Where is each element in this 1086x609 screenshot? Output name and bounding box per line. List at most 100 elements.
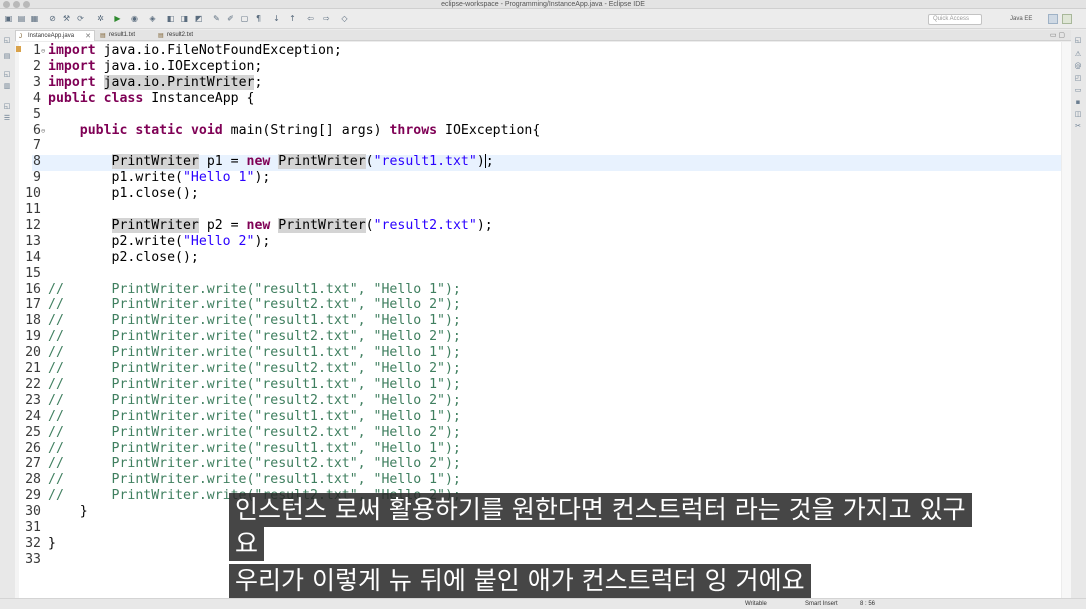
- code-line[interactable]: 28 // PrintWriter.write("result1.txt", "H…: [15, 472, 461, 488]
- code-line[interactable]: 10 p1.close();: [15, 186, 199, 202]
- code-line[interactable]: 32}: [15, 536, 56, 552]
- previous-annotation-icon[interactable]: ↑: [288, 14, 297, 23]
- java-perspective-icon[interactable]: [1062, 14, 1072, 24]
- code-line[interactable]: 13 p2.write("Hello 2");: [15, 234, 270, 250]
- code-line[interactable]: 19 // PrintWriter.write("result2.txt", "H…: [15, 329, 461, 345]
- code-line[interactable]: 20 // PrintWriter.write("result1.txt", "H…: [15, 345, 461, 361]
- code-line[interactable]: 8 PrintWriter p1 = new PrintWriter("resu…: [15, 154, 494, 170]
- code-line[interactable]: 9 p1.write("Hello 1");: [15, 170, 270, 186]
- outline-icon[interactable]: ☰: [3, 114, 11, 122]
- code-line[interactable]: 17 // PrintWriter.write("result2.txt", "H…: [15, 297, 461, 313]
- console-icon[interactable]: ▭: [1074, 86, 1082, 94]
- code-line[interactable]: 14 p2.close();: [15, 250, 199, 266]
- tab-instanceapp-java[interactable]: J InstanceApp.java ✕: [15, 30, 95, 41]
- quick-access-input[interactable]: Quick Access: [928, 14, 982, 25]
- tab-result1-txt[interactable]: ▤ result1.txt: [97, 30, 155, 41]
- code-line[interactable]: 1⊖ import java.io.FileNotFoundException;: [15, 43, 342, 59]
- code-line[interactable]: 15: [15, 266, 48, 282]
- open-task-icon[interactable]: ✎: [212, 14, 221, 23]
- code-line[interactable]: 22 // PrintWriter.write("result1.txt", "H…: [15, 377, 461, 393]
- line-number: 12: [25, 217, 41, 233]
- back-icon[interactable]: ⇦: [306, 14, 315, 23]
- package-explorer-icon[interactable]: ▤: [3, 52, 11, 60]
- status-cursor-position: 8 : 56: [860, 601, 876, 607]
- code-line[interactable]: 16 // PrintWriter.write("result1.txt", "H…: [15, 282, 461, 298]
- toggle-mark-occurrences-icon[interactable]: ✐: [226, 14, 235, 23]
- code-line[interactable]: 31: [15, 520, 48, 536]
- code-line[interactable]: 4 public class InstanceApp {: [15, 91, 254, 107]
- project-explorer-icon[interactable]: ▥: [3, 82, 11, 90]
- subtitle-line-1: 인스턴스 로써 활용하기를 원한다면 컨스트럭터 라는 것을 가지고 있구: [229, 493, 972, 527]
- tab-result2-txt[interactable]: ▤ result2.txt: [155, 30, 213, 41]
- code-line[interactable]: 5: [15, 107, 48, 123]
- run-icon[interactable]: ▶: [113, 14, 122, 23]
- code-line[interactable]: 11: [15, 202, 48, 218]
- save-icon[interactable]: ▤: [17, 14, 26, 23]
- code-line[interactable]: 30 }: [15, 504, 88, 520]
- restore-icon-2[interactable]: ◱: [3, 70, 11, 78]
- toggle-block-selection-icon[interactable]: ▢: [240, 14, 249, 23]
- show-whitespace-icon[interactable]: ¶: [254, 14, 263, 23]
- new-icon[interactable]: ▣: [4, 14, 13, 23]
- close-tab-icon[interactable]: ✕: [85, 31, 91, 42]
- new-class-icon[interactable]: ◨: [180, 14, 189, 23]
- comment-token: // PrintWriter.write("result1.txt", "Hel…: [48, 440, 461, 456]
- minimize-maximize-controls[interactable]: ▭ ▢: [1050, 30, 1065, 41]
- code-line[interactable]: 24 // PrintWriter.write("result1.txt", "H…: [15, 409, 461, 425]
- new-package-icon[interactable]: ◧: [166, 14, 175, 23]
- code-line[interactable]: 25 // PrintWriter.write("result2.txt", "H…: [15, 425, 461, 441]
- snippets-icon[interactable]: ✂: [1074, 122, 1082, 130]
- restore-icon-3[interactable]: ◱: [3, 102, 11, 110]
- restore-icon-right[interactable]: ◱: [1074, 36, 1082, 44]
- code-text: // PrintWriter.write("result2.txt", "Hel…: [48, 425, 461, 440]
- string-token: "Hello 1": [182, 170, 255, 186]
- overview-ruler[interactable]: [1061, 42, 1071, 598]
- next-annotation-icon[interactable]: ↓: [272, 14, 281, 23]
- save-all-icon[interactable]: ▦: [30, 14, 39, 23]
- line-number: 32: [25, 535, 41, 551]
- code-line[interactable]: 27 // PrintWriter.write("result2.txt", "H…: [15, 456, 461, 472]
- build-icon[interactable]: ⚒: [62, 14, 71, 23]
- code-line[interactable]: 7: [15, 138, 48, 154]
- code-line[interactable]: 26 // PrintWriter.write("result1.txt", "H…: [15, 441, 461, 457]
- code-line[interactable]: 12 PrintWriter p2 = new PrintWriter("res…: [15, 217, 493, 234]
- skip-breakpoints-icon[interactable]: ⊘: [48, 14, 57, 23]
- tab-label: InstanceApp.java: [28, 33, 75, 39]
- comment-token: // PrintWriter.write("result1.txt", "Hel…: [48, 376, 461, 392]
- code-line[interactable]: 6⊖ public static void main(String[] args…: [15, 123, 540, 139]
- code-line[interactable]: 18 // PrintWriter.write("result1.txt", "H…: [15, 313, 461, 329]
- code-token: p1.close();: [48, 186, 199, 202]
- forward-icon[interactable]: ⇨: [322, 14, 331, 23]
- coverage-icon[interactable]: ◉: [130, 14, 139, 23]
- servers-icon[interactable]: ▪: [1074, 98, 1082, 106]
- code-text: p2.close();: [48, 250, 199, 265]
- code-text: import java.io.FileNotFoundException;: [48, 43, 342, 58]
- comment-token: // PrintWriter.write("result2.txt", "Hel…: [48, 329, 461, 345]
- code-line[interactable]: 21 // PrintWriter.write("result2.txt", "H…: [15, 361, 461, 377]
- code-line[interactable]: 3 import java.io.PrintWriter;: [15, 74, 262, 91]
- code-line[interactable]: 2 import java.io.IOException;: [15, 59, 262, 75]
- open-type-icon[interactable]: ◩: [194, 14, 203, 23]
- javadoc-icon[interactable]: @: [1074, 62, 1082, 70]
- code-line[interactable]: 33: [15, 552, 48, 568]
- declaration-icon[interactable]: ◰: [1074, 74, 1082, 82]
- restore-icon[interactable]: ◱: [3, 36, 11, 44]
- code-text: p2.write("Hello 2");: [48, 234, 271, 249]
- external-tools-icon[interactable]: ◈: [148, 14, 157, 23]
- refresh-icon[interactable]: ⟳: [76, 14, 85, 23]
- code-text: }: [48, 536, 56, 551]
- subtitle-line-2: 요: [229, 527, 265, 561]
- status-insert-mode[interactable]: Smart Insert: [805, 599, 838, 609]
- comment-token: // PrintWriter.write("result2.txt", "Hel…: [48, 456, 461, 472]
- debug-icon[interactable]: ✲: [96, 14, 105, 23]
- perspective-java-ee-button[interactable]: Java EE: [1010, 14, 1044, 25]
- fold-toggle-icon[interactable]: ⊖: [41, 43, 48, 59]
- problems-icon[interactable]: ⚠: [1074, 50, 1082, 58]
- fold-toggle-icon[interactable]: ⊖: [41, 123, 48, 139]
- code-line[interactable]: 23 // PrintWriter.write("result2.txt", "H…: [15, 393, 461, 409]
- code-token: p2 =: [198, 217, 247, 233]
- java-ee-perspective-icon[interactable]: [1048, 14, 1058, 24]
- data-source-icon[interactable]: ◫: [1074, 110, 1082, 118]
- pin-editor-icon[interactable]: ◇: [340, 14, 349, 23]
